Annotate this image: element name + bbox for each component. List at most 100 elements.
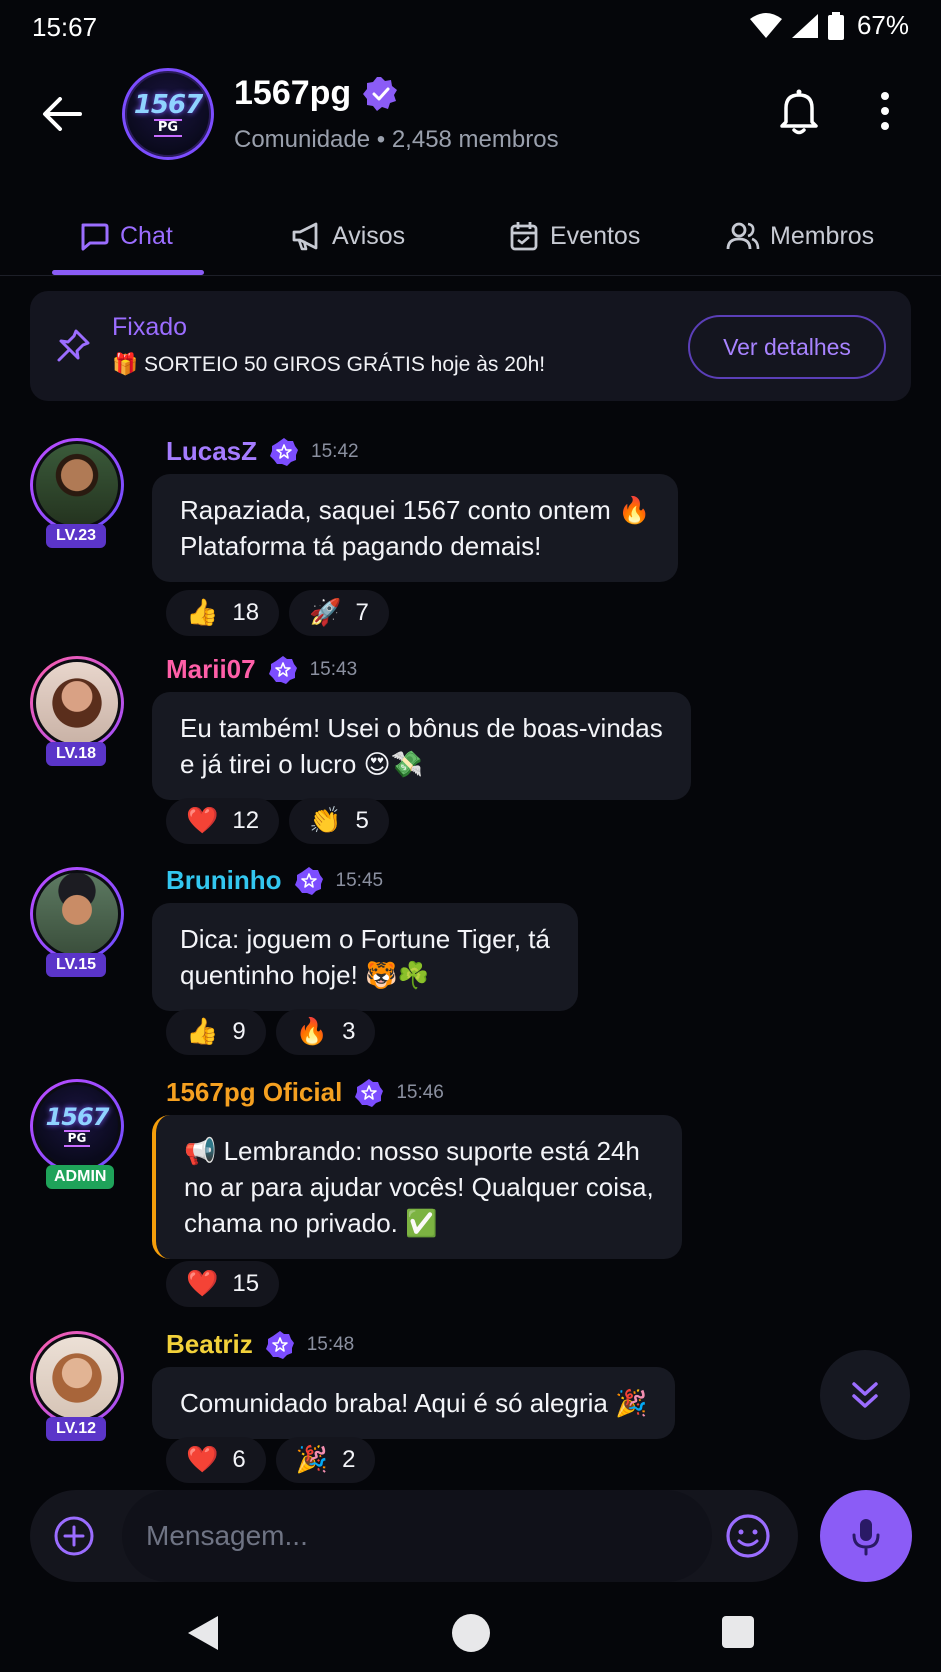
more-vertical-icon: [881, 92, 889, 130]
reaction-emoji: ❤️: [186, 1445, 219, 1475]
message-input[interactable]: [122, 1490, 712, 1582]
avatar[interactable]: 1567 PG: [30, 1079, 124, 1173]
group-subtitle: Comunidade • 2,458 membros: [234, 126, 559, 153]
level-badge: LV.15: [46, 953, 106, 977]
signal-icon: [791, 13, 818, 38]
status-bar: 15:67 67%: [0, 0, 941, 52]
avatar[interactable]: [30, 656, 124, 750]
pin-icon: [57, 329, 90, 362]
message-bubble[interactable]: Dica: joguem o Fortune Tiger, tá quentin…: [152, 903, 578, 1011]
double-chevron-down-icon: [852, 1382, 878, 1408]
logo-pg: PG: [63, 1130, 91, 1147]
scroll-to-bottom-button[interactable]: [820, 1350, 910, 1440]
reaction-chip[interactable]: 👍 18: [166, 590, 280, 636]
logo-number: 1567: [45, 1103, 110, 1131]
voice-message-button[interactable]: [820, 1490, 912, 1582]
reaction-count: 3: [342, 1018, 356, 1045]
reactions: ❤️ 15: [166, 1261, 280, 1307]
sender-name[interactable]: Bruninho 15:45: [166, 865, 383, 896]
status-icons: 67%: [749, 10, 909, 41]
pinned-message[interactable]: Fixado 🎁 SORTEIO 50 GIROS GRÁTIS hoje às…: [30, 291, 911, 401]
reaction-chip[interactable]: 👍 9: [166, 1009, 266, 1055]
pinned-label: Fixado: [112, 313, 188, 341]
tab-eventos[interactable]: Eventos: [508, 196, 640, 276]
back-button[interactable]: [36, 88, 88, 140]
avatar-image: 1567 PG: [33, 1082, 121, 1170]
tab-membros[interactable]: Membros: [726, 196, 874, 276]
sender-name-text: Beatriz: [166, 1329, 253, 1359]
notifications-button[interactable]: [774, 86, 824, 136]
tab-label: Avisos: [332, 221, 406, 250]
reaction-chip[interactable]: ❤️ 15: [166, 1261, 280, 1307]
logo-number: 1567: [133, 89, 203, 120]
message-time: 15:45: [335, 869, 384, 891]
reaction-emoji: ❤️: [186, 806, 219, 836]
avatar[interactable]: [30, 438, 124, 532]
reaction-chip[interactable]: 👏 5: [289, 798, 389, 844]
star-badge-icon: [268, 655, 297, 684]
group-avatar[interactable]: 1567 PG: [122, 68, 214, 160]
message-line: no ar para ajudar vocês! Qualquer coisa,: [184, 1172, 654, 1202]
nav-recent-apps-icon[interactable]: [722, 1616, 754, 1648]
message-line: Plataforma tá pagando demais!: [180, 531, 542, 561]
message-bubble[interactable]: Eu também! Usei o bônus de boas-vindas e…: [152, 692, 691, 800]
system-nav-bar: [0, 1600, 941, 1672]
reaction-count: 2: [342, 1446, 356, 1473]
reaction-chip[interactable]: 🔥 3: [275, 1009, 376, 1055]
reaction-emoji: ❤️: [186, 1269, 219, 1299]
group-name: 1567pg: [234, 74, 352, 112]
sender-name-text: LucasZ: [166, 436, 258, 466]
admin-badge: ADMIN: [46, 1165, 115, 1189]
nav-back-icon[interactable]: [186, 1614, 220, 1652]
tab-avisos[interactable]: Avisos: [290, 196, 405, 276]
reaction-chip[interactable]: ❤️ 12: [166, 798, 280, 844]
message-time: 15:42: [311, 440, 359, 462]
reaction-chip[interactable]: 🚀 7: [289, 590, 389, 636]
sender-name[interactable]: LucasZ 15:42: [166, 436, 359, 467]
battery-icon: [827, 11, 844, 40]
group-title[interactable]: 1567pg: [234, 74, 399, 113]
message-time: 15:48: [306, 1333, 355, 1355]
star-badge-icon: [265, 1330, 294, 1359]
wifi-icon: [749, 12, 782, 38]
message-composer: [30, 1490, 798, 1582]
plus-circle-icon: [54, 1516, 94, 1556]
sender-name[interactable]: Marii07 15:43: [166, 654, 357, 685]
avatar[interactable]: [30, 867, 124, 961]
logo-pg: PG: [153, 118, 183, 137]
reaction-emoji: 👍: [186, 598, 219, 628]
verified-badge-icon: [363, 76, 398, 111]
arrow-left-icon: [43, 97, 82, 131]
megaphone-icon: [292, 222, 318, 251]
view-details-button[interactable]: Ver detalhes: [688, 315, 886, 379]
reaction-count: 18: [232, 599, 260, 626]
tab-bar: Chat Avisos Eventos Membros: [0, 196, 941, 276]
tab-label: Membros: [770, 221, 875, 250]
message-line: e já tirei o lucro 😍💸: [180, 749, 424, 779]
level-badge: LV.23: [46, 524, 106, 548]
emoji-button[interactable]: [724, 1512, 772, 1560]
nav-home-icon[interactable]: [452, 1614, 490, 1652]
avatar-image: [33, 659, 121, 747]
message-line: Rapaziada, saquei 1567 conto ontem 🔥: [180, 495, 651, 525]
message-bubble[interactable]: Comunidado braba! Aqui é só alegria 🎉: [152, 1367, 676, 1439]
message-bubble[interactable]: Rapaziada, saquei 1567 conto ontem 🔥 Pla…: [152, 474, 679, 582]
message-bubble[interactable]: 📢 Lembrando: nosso suporte está 24h no a…: [152, 1115, 682, 1259]
add-attachment-button[interactable]: [52, 1514, 96, 1558]
message-line: Dica: joguem o Fortune Tiger, tá: [180, 924, 550, 954]
active-tab-indicator: [52, 270, 204, 275]
message-time: 15:46: [396, 1081, 444, 1103]
message-line: chama no privado. ✅: [184, 1208, 438, 1238]
avatar[interactable]: [30, 1331, 124, 1425]
more-options-button[interactable]: [870, 86, 900, 136]
tab-chat[interactable]: Chat: [78, 196, 173, 276]
avatar-image: [33, 870, 121, 958]
sender-name[interactable]: Beatriz 15:48: [166, 1329, 354, 1360]
sender-name[interactable]: 1567pg Oficial 15:46: [166, 1077, 444, 1108]
tab-label: Chat: [120, 221, 173, 250]
reaction-chip[interactable]: ❤️ 6: [166, 1437, 266, 1483]
reaction-emoji: 🚀: [309, 598, 342, 628]
reaction-count: 15: [232, 1270, 260, 1297]
smiley-icon: [726, 1514, 770, 1558]
reaction-chip[interactable]: 🎉 2: [275, 1437, 376, 1483]
